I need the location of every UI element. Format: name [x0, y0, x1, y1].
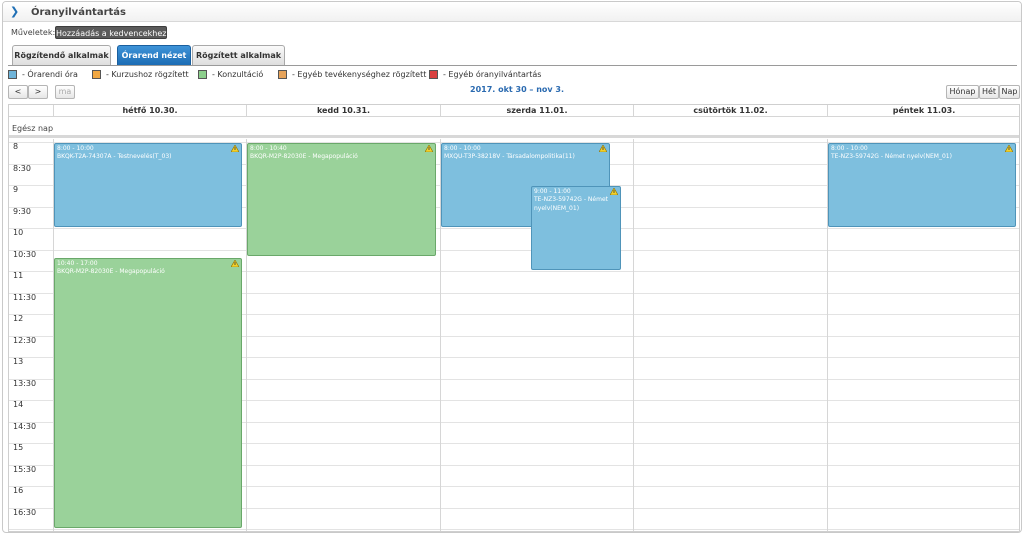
time-label: 12	[13, 314, 24, 323]
event-title: TE-NZ3-59742G - Német nyelv(NEM_01)	[831, 153, 952, 160]
title-bar: ❯ Óranyilvántartás	[3, 2, 1021, 22]
week-calendar: hétfő 10.30. kedd 10.31. szerda 11.01. c…	[8, 104, 1020, 532]
day-view-button[interactable]: Nap	[999, 85, 1020, 99]
tab-bar: Rögzítendő alkalmak Órarend nézet Rögzít…	[8, 44, 1017, 66]
time-label: 12:30	[13, 335, 37, 345]
event-time: 8:00 - 10:00	[831, 145, 868, 152]
month-view-button[interactable]: Hónap	[946, 85, 979, 99]
warning-icon	[425, 145, 433, 152]
week-view-button[interactable]: Hét	[979, 85, 999, 99]
chevron-right-icon[interactable]: ❯	[10, 6, 20, 18]
event-time: 8:00 - 10:00	[444, 145, 481, 152]
today-button[interactable]: ma	[55, 85, 75, 99]
event-time: 10:40 - 17:00	[57, 259, 98, 267]
date-range-title: 2017. okt 30 – nov 3.	[470, 85, 565, 94]
time-label: 14	[13, 400, 24, 409]
time-label: 11	[13, 271, 24, 280]
day-header-thursday: csütörtök 11.02.	[633, 105, 827, 116]
time-label: 8	[13, 142, 19, 151]
legend-swatch	[278, 70, 287, 79]
page-title: Óranyilvántartás	[31, 7, 126, 18]
event-title: MXQU-T3P-38218V - Társadalompolitika(11)	[444, 153, 575, 160]
all-day-row[interactable]	[9, 116, 1019, 138]
event-time: 9:00 - 11:00	[534, 188, 571, 195]
grid-line	[9, 228, 1019, 229]
event-time: 8:00 - 10:00	[57, 145, 94, 152]
legend-swatch	[198, 70, 207, 79]
warning-icon	[1005, 145, 1013, 152]
event-title: BKQR-M2P-82030E - Megapopuláció	[57, 267, 165, 275]
time-label: 9	[13, 185, 19, 194]
time-label: 10:30	[13, 249, 37, 259]
time-label: 8:30	[13, 163, 31, 173]
day-header-wednesday: szerda 11.01.	[440, 105, 633, 116]
calendar-event[interactable]: 10:40 - 17:00 BKQR-M2P-82030E - Megapopul…	[54, 257, 242, 528]
time-label: 11:30	[13, 292, 37, 302]
tab-timetable-view[interactable]: Órarend nézet	[117, 45, 191, 65]
legend-swatch	[8, 70, 17, 79]
all-day-label: Egész nap	[12, 124, 54, 133]
time-label: 15	[13, 443, 24, 452]
legend-swatch	[429, 70, 438, 79]
add-to-favorites-button[interactable]: Hozzáadás a kedvencekhez	[55, 26, 167, 39]
event-time: 8:00 - 10:40	[250, 145, 287, 152]
time-label: 13	[13, 357, 24, 366]
calendar-event[interactable]: 8:00 - 10:40 BKQR-M2P-82030E - Megapopulá…	[247, 143, 436, 256]
app-window: ❯ Óranyilvántartás Műveletek: Hozzáadás …	[2, 1, 1022, 533]
event-title: BKQK-T2A-74307A - Testnevelés(T_03)	[57, 153, 172, 160]
time-grid[interactable]: 8 8:30 9 9:30 10 10:30 11 11:30 12 12:30 13 13:30 14…	[9, 139, 1019, 531]
grid-line	[9, 249, 1019, 251]
time-label: 14:30	[13, 421, 37, 431]
time-label: 16:30	[13, 507, 37, 517]
time-label: 13:30	[13, 378, 37, 388]
legend: - Órarendi óra - Kurzushoz rögzített - K…	[8, 69, 1017, 81]
calendar-toolbar: < > ma 2017. okt 30 – nov 3. Hónap Hét N…	[8, 84, 1020, 100]
grid-line	[9, 529, 1019, 530]
next-week-button[interactable]: >	[28, 85, 48, 99]
warning-icon	[599, 145, 607, 152]
day-header-tuesday: kedd 10.31.	[246, 105, 440, 116]
time-label: 15:30	[13, 464, 37, 474]
calendar-event[interactable]: 8:00 - 10:00 BKQK-T2A-74307A - Testnevelé…	[54, 143, 242, 227]
prev-week-button[interactable]: <	[8, 85, 28, 99]
tab-pending-sessions[interactable]: Rögzítendő alkalmak	[12, 45, 111, 65]
time-label: 16	[13, 486, 24, 495]
event-title: BKQR-M2P-82030E - Megapopuláció	[250, 153, 358, 160]
time-label: 10	[13, 228, 24, 237]
event-title: TE-NZ3-59742G - Német nyelv(NEM_01)	[534, 196, 608, 212]
calendar-event[interactable]: 9:00 - 11:00 TE-NZ3-59742G - Német nyelv(…	[531, 186, 621, 270]
warning-icon	[231, 145, 239, 152]
time-label: 9:30	[13, 206, 31, 216]
day-header-friday: péntek 11.03.	[827, 105, 1019, 116]
actions-label: Műveletek:	[11, 28, 56, 37]
warning-icon	[231, 259, 239, 267]
warning-icon	[610, 188, 618, 195]
legend-swatch	[92, 70, 101, 79]
calendar-event[interactable]: 8:00 - 10:00 TE-NZ3-59742G - Német nyelv(…	[828, 143, 1016, 227]
tab-recorded-sessions[interactable]: Rögzített alkalmak	[192, 45, 285, 65]
day-header-monday: hétfő 10.30.	[53, 105, 246, 116]
day-column-divider	[633, 139, 634, 531]
